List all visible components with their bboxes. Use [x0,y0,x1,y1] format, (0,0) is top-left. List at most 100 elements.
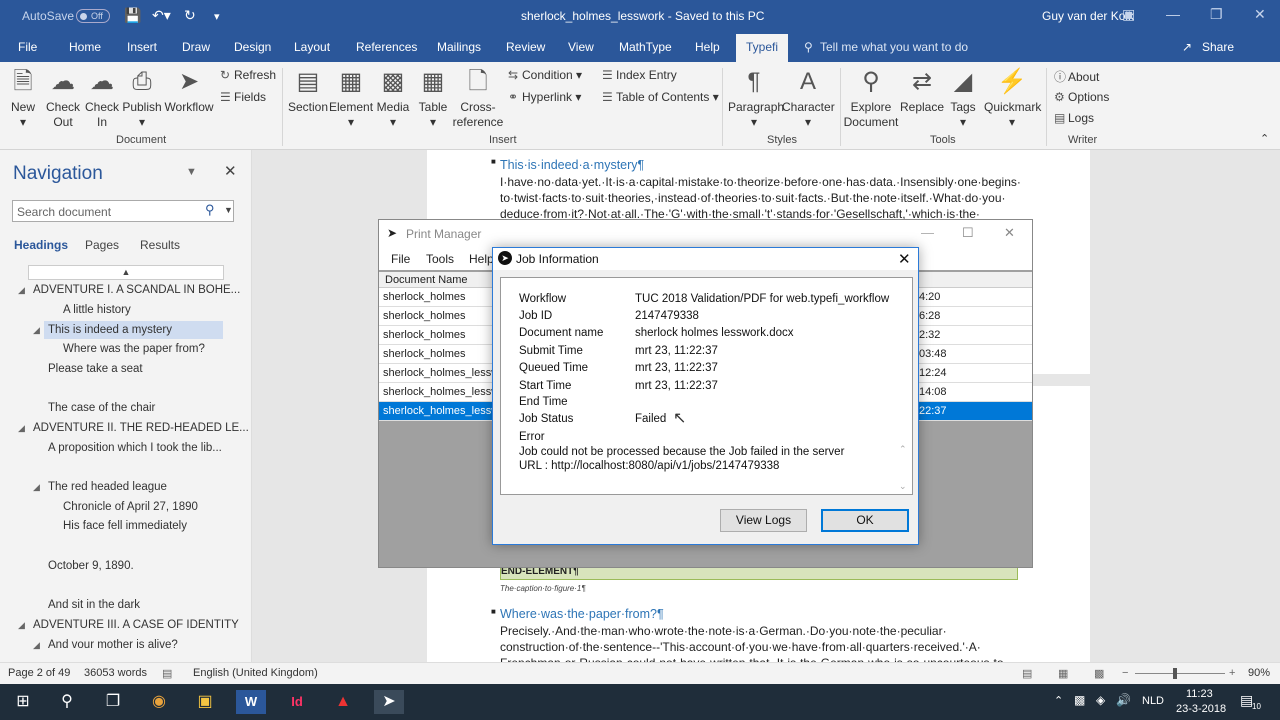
section-button[interactable]: ▤ Section [288,68,328,115]
scroll-up-icon[interactable]: ⌃ [899,444,907,455]
menu-file[interactable]: File [391,252,410,266]
tab-mathtype[interactable]: MathType [619,40,672,54]
indesign-icon[interactable]: Id [282,690,312,714]
menu-help[interactable]: Help [469,252,494,266]
collapse-icon[interactable]: ◢ [33,640,40,651]
autosave-toggle[interactable]: Off [76,9,110,23]
share-button[interactable]: Share [1202,40,1234,54]
collapse-icon[interactable]: ◢ [33,482,40,493]
word-count[interactable]: 36053 words [84,667,147,679]
ok-button[interactable]: OK [821,509,909,532]
ribbon-display-icon[interactable]: ▣ [1122,6,1135,23]
acrobat-icon[interactable]: ▲ [328,690,358,714]
language[interactable]: English (United Kingdom) [193,667,318,679]
check-out-button[interactable]: ☁ Check Out [44,68,82,130]
volume-icon[interactable]: 🔊 [1116,693,1131,707]
tab-mailings[interactable]: Mailings [437,40,481,54]
zoom-in-icon[interactable]: + [1229,667,1235,679]
media-button[interactable]: ▩ Media ▾ [375,68,411,130]
tab-file[interactable]: File [18,40,37,54]
customize-qat-icon[interactable]: ▾ [214,10,220,23]
collapse-icon[interactable]: ◢ [18,423,25,434]
hyperlink-button[interactable]: ⚭ Hyperlink ▾ [508,90,581,104]
tab-design[interactable]: Design [234,40,271,54]
read-mode-icon[interactable]: ▤ [1022,667,1032,680]
wifi-icon[interactable]: ◈ [1096,693,1105,707]
tab-layout[interactable]: Layout [294,40,330,54]
tab-results[interactable]: Results [140,238,180,252]
save-icon[interactable]: 💾 [124,7,141,24]
windows-start-icon[interactable]: ⊞ [8,690,38,714]
condition-button[interactable]: ⇆ Condition ▾ [508,68,582,82]
chevron-down-icon[interactable]: ▼ [186,166,197,178]
scroll-down-icon[interactable]: ⌄ [899,481,907,492]
menu-tools[interactable]: Tools [426,252,454,266]
nav-heading[interactable]: October 9, 1890. [48,560,134,572]
view-logs-button[interactable]: View Logs [720,509,807,532]
network-icon[interactable]: ▩ [1074,693,1085,707]
undo-icon[interactable]: ↶▾ [152,7,171,24]
logs-button[interactable]: ▤ Logs [1054,111,1094,125]
nav-heading[interactable]: And vour mother is alive? [48,639,178,651]
workflow-button[interactable]: ➤ Workflow [163,68,215,115]
nav-heading[interactable]: The red headed league [48,481,167,493]
toc-button[interactable]: ☰ Table of Contents ▾ [602,90,719,104]
collapse-icon[interactable]: ◢ [18,620,25,631]
print-manager-titlebar[interactable]: ➤ Print Manager — ☐ ✕ [379,220,1032,248]
nav-heading-selected[interactable]: This is indeed a mystery [48,324,172,336]
scroll-up-button[interactable]: ▲ [28,265,224,280]
tab-draw[interactable]: Draw [182,40,210,54]
tab-review[interactable]: Review [506,40,545,54]
paragraph-button[interactable]: ¶ Paragraph ▾ [728,68,784,130]
zoom-slider-thumb[interactable] [1173,668,1177,679]
tab-help[interactable]: Help [695,40,720,54]
tell-me-search[interactable]: Tell me what you want to do [820,40,968,54]
share-icon[interactable]: ↗ [1182,40,1192,54]
collapse-icon[interactable]: ◢ [33,325,40,336]
tab-headings[interactable]: Headings [14,238,68,252]
search-input[interactable]: Search document [12,200,234,222]
fields-button[interactable]: ☰ Fields [220,90,266,104]
quickmark-button[interactable]: ⚡ Quickmark ▾ [984,68,1041,130]
table-button[interactable]: ▦ Table ▾ [416,68,450,130]
clock-date[interactable]: 23-3-2018 [1176,703,1226,715]
chrome-icon[interactable]: ◉ [144,690,174,714]
collapse-icon[interactable]: ◢ [18,285,25,296]
refresh-button[interactable]: ↻ Refresh [220,68,276,82]
nav-heading[interactable]: ADVENTURE III. A CASE OF IDENTITY [33,619,239,631]
proofing-icon[interactable]: ▤ [162,667,172,680]
close-icon[interactable]: ✕ [1254,6,1266,23]
user-name[interactable]: Guy van der Kolk [1042,9,1134,23]
tab-typefi[interactable]: Typefi [736,34,789,62]
close-pane-icon[interactable]: ✕ [224,162,237,180]
nav-heading[interactable]: The case of the chair [48,402,155,414]
task-view-icon[interactable]: ❐ [98,690,128,714]
close-icon[interactable]: ✕ [1004,225,1015,241]
column-header-document-name[interactable]: Document Name [385,274,468,286]
nav-heading[interactable]: Chronicle of April 27, 1890 [63,501,198,513]
character-button[interactable]: A Character ▾ [782,68,835,130]
check-in-button[interactable]: ☁ Check In [84,68,120,130]
tags-button[interactable]: ◢ Tags ▾ [946,68,980,130]
maximize-icon[interactable]: ❐ [1210,6,1223,23]
nav-heading[interactable]: ADVENTURE I. A SCANDAL IN BOHE... [33,284,240,296]
redo-icon[interactable]: ↻ [184,7,196,24]
explore-document-button[interactable]: ⚲ Explore Document [843,68,899,130]
collapse-ribbon-icon[interactable]: ⌃ [1260,132,1269,145]
publish-button[interactable]: ⎙ Publish ▾ [121,68,163,130]
index-entry-button[interactable]: ☰ Index Entry [602,68,677,82]
nav-heading[interactable]: And sit in the dark [48,599,140,611]
typefi-icon[interactable]: ➤ [374,690,404,714]
new-button[interactable]: 🗎 New ▾ [8,68,38,130]
zoom-out-icon[interactable]: − [1122,667,1128,679]
options-button[interactable]: ⚙ Options [1054,90,1109,104]
input-language[interactable]: NLD [1142,695,1164,707]
close-icon[interactable]: ✕ [898,250,911,268]
nav-heading[interactable]: A little history [63,304,131,316]
cross-reference-button[interactable]: 🗋 Cross-reference [452,68,504,130]
nav-heading[interactable]: ADVENTURE II. THE RED-HEADED LE... [33,422,249,434]
search-icon[interactable]: ⚲ [52,690,82,714]
word-icon[interactable]: W [236,690,266,714]
nav-heading[interactable]: Where was the paper from? [63,343,205,355]
nav-heading[interactable]: A proposition which I took the lib... [48,442,222,454]
